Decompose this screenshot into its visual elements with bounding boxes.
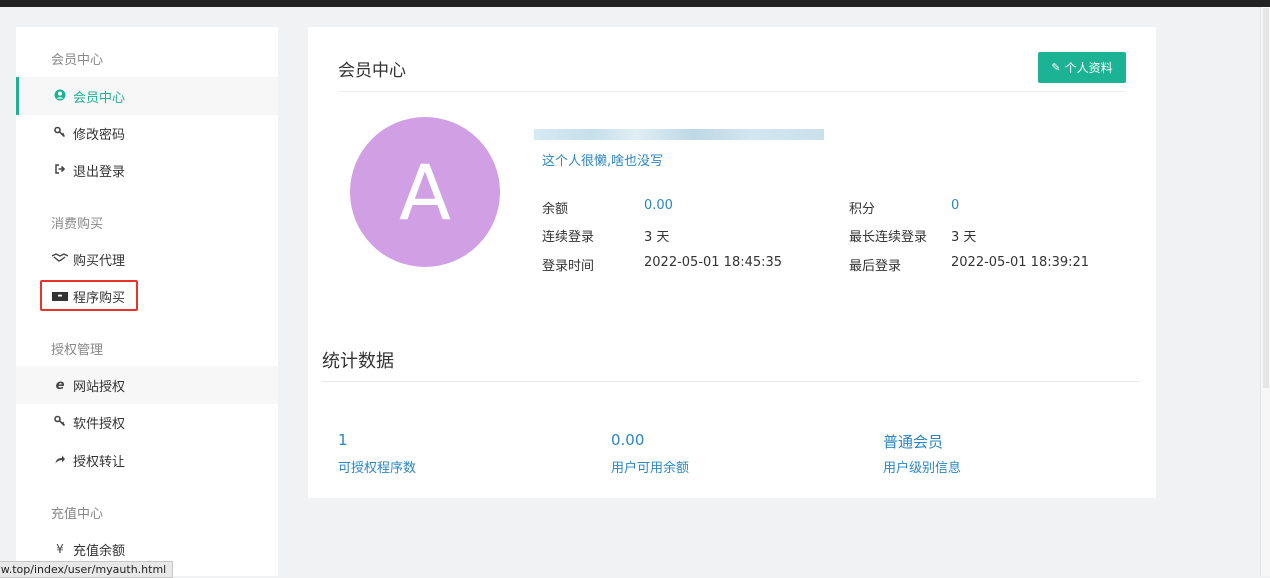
last-login-value: 2022-05-01 18:39:21 bbox=[951, 255, 1090, 270]
share-icon bbox=[53, 453, 67, 468]
sidebar-item-logout[interactable]: 退出登录 bbox=[16, 151, 278, 189]
stat-label-user-level[interactable]: 用户级别信息 bbox=[883, 457, 961, 476]
user-bio: 这个人很懒,啥也没写 bbox=[542, 154, 664, 169]
sidebar-item-label: 购买代理 bbox=[73, 253, 126, 269]
points-label: 积分 bbox=[849, 202, 876, 217]
stat-value-authorized-programs[interactable]: 1 bbox=[338, 431, 348, 449]
pencil-icon: ✎ bbox=[1051, 61, 1061, 74]
sidebar-group-license: 授权管理 bbox=[51, 343, 104, 358]
sidebar-item-software-license[interactable]: 软件授权 bbox=[16, 403, 278, 441]
sidebar-item-label: 会员中心 bbox=[73, 90, 126, 106]
highlight-box bbox=[40, 280, 138, 311]
divider bbox=[338, 91, 1126, 92]
stat-value-available-balance[interactable]: 0.00 bbox=[611, 431, 644, 449]
login-time-label: 登录时间 bbox=[542, 259, 595, 274]
streak-label: 连续登录 bbox=[542, 230, 595, 245]
sidebar-item-site-license[interactable]: e 网站授权 bbox=[16, 366, 278, 404]
sidebar-item-label: 充值余额 bbox=[73, 543, 126, 559]
stats-title: 统计数据 bbox=[322, 351, 394, 372]
stat-label-authorized-programs[interactable]: 可授权程序数 bbox=[338, 457, 416, 476]
stat-label-available-balance[interactable]: 用户可用余额 bbox=[611, 457, 689, 476]
sidebar-item-buy-agent[interactable]: 购买代理 bbox=[16, 240, 278, 278]
sidebar-group-recharge: 充值中心 bbox=[51, 507, 104, 522]
points-value: 0 bbox=[951, 198, 960, 213]
max-streak-label: 最长连续登录 bbox=[849, 230, 928, 245]
max-streak-value: 3 天 bbox=[951, 230, 977, 245]
page-title: 会员中心 bbox=[338, 61, 406, 81]
sidebar-item-member-center[interactable]: 会员中心 bbox=[16, 77, 278, 115]
streak-value: 3 天 bbox=[644, 230, 670, 245]
sidebar-item-change-password[interactable]: 修改密码 bbox=[16, 114, 278, 152]
sidebar-item-label: 修改密码 bbox=[73, 127, 126, 143]
edit-profile-button[interactable]: ✎ 个人资料 bbox=[1038, 52, 1126, 83]
login-time-value: 2022-05-01 18:45:35 bbox=[644, 255, 783, 270]
status-bar-url: aw.top/index/user/myauth.html bbox=[0, 561, 173, 578]
sidebar-group-member: 会员中心 bbox=[51, 53, 104, 68]
username-blurred bbox=[534, 129, 824, 140]
balance-value: 0.00 bbox=[644, 198, 673, 213]
stat-value-user-level[interactable]: 普通会员 bbox=[883, 431, 943, 452]
sidebar-item-license-transfer[interactable]: 授权转让 bbox=[16, 441, 278, 479]
avatar: A bbox=[350, 117, 500, 267]
handshake-icon bbox=[51, 252, 69, 266]
ie-icon: e bbox=[55, 377, 65, 393]
sidebar-item-label: 软件授权 bbox=[73, 416, 126, 432]
sidebar-group-purchase: 消费购买 bbox=[51, 217, 104, 232]
user-circle-icon bbox=[53, 89, 67, 104]
profile-panel: 会员中心 ✎ 个人资料 A 这个人很懒,啥也没写 余额 0.00 积分 0 连续… bbox=[308, 27, 1156, 498]
sidebar-item-label: 退出登录 bbox=[73, 164, 126, 180]
divider bbox=[322, 381, 1140, 382]
key-icon bbox=[53, 126, 67, 141]
sidebar-item-label: 网站授权 bbox=[73, 379, 126, 395]
browser-top-bar bbox=[0, 0, 1270, 7]
sidebar-item-label: 授权转让 bbox=[73, 454, 126, 470]
scrollbar-thumb[interactable] bbox=[1263, 8, 1269, 388]
yen-icon: ¥ bbox=[56, 542, 64, 556]
balance-label: 余额 bbox=[542, 202, 569, 217]
key-icon bbox=[53, 415, 67, 430]
sign-out-icon bbox=[53, 163, 67, 178]
last-login-label: 最后登录 bbox=[849, 259, 902, 274]
edit-profile-label: 个人资料 bbox=[1064, 61, 1113, 75]
